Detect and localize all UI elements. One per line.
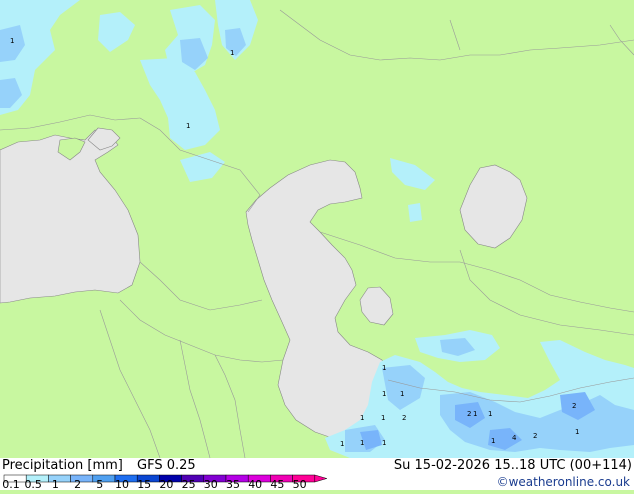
scale-label: 45	[270, 478, 285, 491]
marker-value: 2	[402, 414, 406, 422]
scale-label: 10	[115, 478, 129, 491]
scale-label: 20	[159, 478, 174, 491]
credit-link[interactable]: ©weatheronline.co.uk	[497, 475, 630, 489]
scale-label: 0.1	[2, 478, 20, 491]
marker-value: 1	[230, 49, 234, 57]
precipitation-map: 1 1 2 1 4 1 1 1 2 2 2 1 1 1 1 1 1 1 1 1	[0, 0, 634, 459]
marker-value: 1	[488, 410, 492, 418]
marker-value: 2	[533, 432, 537, 440]
marker-value: 1	[10, 37, 14, 45]
marker-value: 1	[382, 364, 386, 372]
legend-footer: Precipitation [mm] GFS 0.25 Su 15-02-202…	[0, 458, 634, 491]
scale-label: 15	[137, 478, 152, 491]
scale-label: 5	[96, 478, 104, 491]
scale-label: 35	[226, 478, 240, 491]
map-canvas: 1 1 2 1 4 1 1 1 2 2 2 1 1 1 1 1 1 1 1 1	[0, 0, 634, 459]
scale-label: 40	[248, 478, 263, 491]
legend-title: Precipitation [mm]	[2, 458, 123, 473]
scale-label: 30	[203, 478, 218, 491]
valid-time: Su 15-02-2026 15..18 UTC (00+114)	[393, 458, 632, 473]
marker-value: 1	[400, 390, 404, 398]
scale-label: 2	[74, 478, 82, 491]
marker-value: 4	[512, 434, 517, 442]
scale-label: 1	[51, 478, 59, 491]
marker-value: 1	[382, 390, 386, 398]
marker-value: 1	[381, 414, 385, 422]
scale-label: 50	[292, 478, 307, 491]
marker-value: 2	[572, 402, 576, 410]
marker-value: 1	[360, 439, 364, 447]
marker-value: 1	[382, 439, 386, 447]
marker-value: 2	[467, 410, 471, 418]
marker-value: 1	[473, 410, 477, 418]
marker-value: 1	[575, 428, 579, 436]
marker-value: 1	[360, 414, 364, 422]
marker-value: 1	[186, 122, 190, 130]
marker-value: 1	[491, 437, 495, 445]
marker-value: 1	[340, 440, 344, 448]
scale-label: 0.5	[24, 478, 42, 491]
scale-label: 25	[181, 478, 196, 491]
scale-arrow	[314, 474, 328, 483]
model-name: GFS 0.25	[137, 458, 196, 473]
